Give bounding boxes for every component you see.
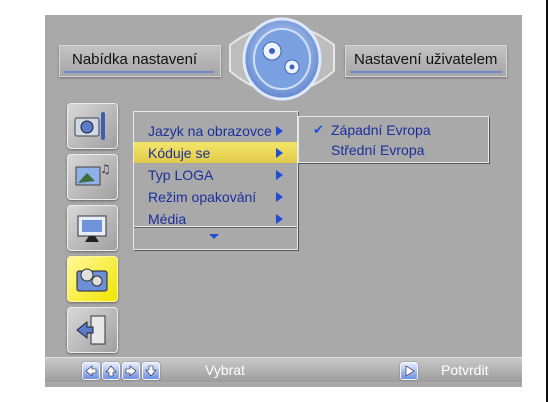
menu-item-label: Média: [148, 211, 187, 227]
menu-item-screen-language[interactable]: Jazyk na obrazovce: [134, 120, 297, 141]
menu-title: Nabídka nastavení: [72, 51, 198, 68]
submenu-arrow-icon: [276, 170, 283, 180]
submenu-item-western-europe[interactable]: ✔ Západní Evropa: [299, 120, 488, 140]
sidebar-item-camera[interactable]: [67, 103, 118, 149]
right-arrow-button[interactable]: [122, 362, 140, 380]
menu-item-encoding[interactable]: Kóduje se: [134, 142, 297, 163]
menu-item-repeat-mode[interactable]: Režim opakování: [134, 186, 297, 207]
left-arrow-button[interactable]: [82, 362, 100, 380]
banner-underline: [64, 71, 214, 73]
menu-item-label: Režim opakování: [148, 189, 257, 205]
osd-screen: Nabídka nastavení Nastavení uživatelem ♫…: [45, 15, 522, 387]
submenu-arrow-icon: [276, 192, 283, 202]
down-arrow-button[interactable]: [142, 362, 160, 380]
submenu-arrow-icon: [276, 214, 283, 224]
submenu-item-label: Střední Evropa: [331, 142, 425, 158]
exit-door-icon: [76, 315, 106, 345]
menu-item-label: Kóduje se: [148, 145, 211, 161]
setup-folder-icon: [76, 268, 108, 292]
section-title: Nastavení uživatelem: [354, 51, 498, 68]
encoding-submenu: ✔ Západní Evropa Střední Evropa: [298, 116, 489, 163]
submenu-arrow-icon: [276, 148, 283, 158]
confirm-hint: Potvrdit: [441, 362, 489, 378]
checkmark-icon: ✔: [313, 122, 324, 137]
sidebar-item-display[interactable]: [67, 205, 118, 251]
sidebar-item-setup[interactable]: [67, 256, 118, 302]
slideshow-music-icon: ♫: [75, 162, 111, 186]
menu-item-label: Typ LOGA: [148, 167, 214, 183]
left-arrow-icon: [85, 365, 97, 377]
gears-icon: [229, 17, 335, 101]
menu-title-banner: Nabídka nastavení: [59, 45, 221, 77]
monitor-icon: [77, 215, 107, 242]
tv-frame: Nabídka nastavení Nastavení uživatelem ♫…: [0, 0, 548, 402]
section-title-banner: Nastavení uživatelem: [345, 45, 507, 77]
confirm-button[interactable]: [400, 362, 418, 380]
sidebar-item-exit[interactable]: [67, 307, 118, 353]
up-arrow-button[interactable]: [102, 362, 120, 380]
play-icon: [405, 365, 415, 377]
menu-item-label: Jazyk na obrazovce: [148, 123, 272, 139]
submenu-arrow-icon: [276, 126, 283, 136]
menu-item-logo-type[interactable]: Typ LOGA: [134, 164, 297, 185]
down-arrow-icon[interactable]: [209, 234, 219, 239]
camera-tools-icon: [74, 112, 105, 140]
bottom-hint-bar: Vybrat Potvrdit: [45, 357, 522, 382]
svg-text:♫: ♫: [100, 162, 111, 176]
settings-menu: Jazyk na obrazovce Kóduje se Typ LOGA Re…: [133, 111, 298, 250]
sidebar-item-slideshow[interactable]: ♫: [67, 154, 118, 200]
submenu-item-central-europe[interactable]: Střední Evropa: [299, 140, 488, 160]
right-arrow-icon: [125, 365, 137, 377]
menu-divider: [134, 226, 297, 227]
banner-underline: [350, 71, 502, 73]
down-arrow-icon: [145, 365, 157, 377]
submenu-item-label: Západní Evropa: [331, 122, 431, 138]
up-arrow-icon: [105, 365, 117, 377]
select-hint: Vybrat: [205, 362, 245, 378]
